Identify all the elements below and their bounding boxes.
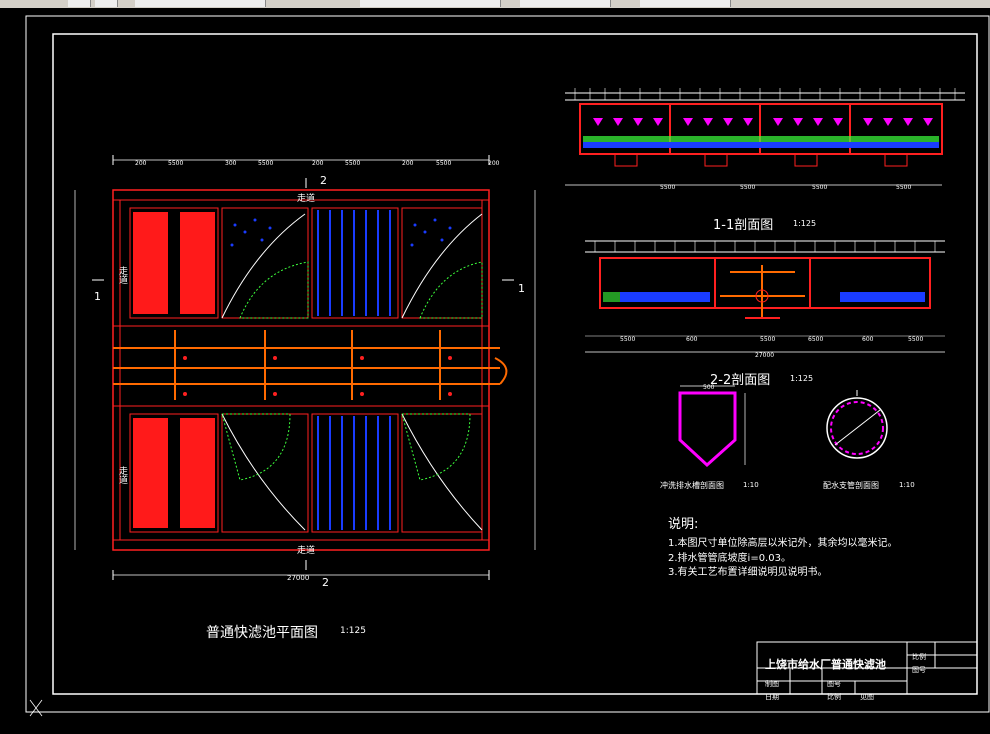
toolbar-dropdown[interactable]	[640, 0, 731, 7]
section22-dim-5: 600	[862, 336, 874, 343]
plan-dim-7: 200	[402, 160, 414, 167]
section-1-1	[565, 88, 965, 186]
plan-dim-5: 200	[312, 160, 324, 167]
section22-total: 27000	[755, 352, 775, 359]
trough-detail-dim: 500	[703, 384, 715, 391]
title-block-r3c1: 日期	[765, 693, 779, 701]
walkway-left-top-label: 走道	[117, 266, 127, 284]
section22-dim-3: 5500	[760, 336, 776, 343]
detail-pipe	[826, 390, 888, 459]
section11-dim-1: 5500	[660, 184, 676, 191]
toolbar-dropdown[interactable]	[360, 0, 501, 7]
plan-outer-wall	[112, 189, 490, 551]
plan-scale: 1:125	[340, 626, 366, 636]
plan-dim-9: 200	[488, 160, 500, 167]
outer-frame	[25, 15, 990, 713]
section-mark-2-top: 2	[320, 174, 327, 187]
title-block-project: 上饶市给水厂普通快滤池	[765, 658, 886, 671]
drawing-canvas[interactable]: 普通快滤池平面图 1:125 走道 走道 走道 走道 2 2 1 1 27000…	[0, 8, 990, 730]
pipe-detail-title: 配水支管剖面图	[823, 481, 879, 490]
title-block-r3c3: 见图	[860, 693, 874, 701]
section-mark-2-bottom: 2	[322, 576, 329, 589]
title-block-r3c2: 比例	[827, 693, 841, 701]
section11-dim-4: 5500	[896, 184, 912, 191]
section11-dim-3: 5500	[812, 184, 828, 191]
note-3: 3.有关工艺布置详细说明见说明书。	[668, 567, 828, 578]
toolbar-dropdown[interactable]	[135, 0, 266, 7]
section22-title: 2-2剖面图	[710, 373, 771, 388]
walkway-left-bottom-label: 走道	[117, 466, 127, 484]
walkway-bottom-label: 走道	[297, 546, 316, 556]
plan-dim-3: 300	[225, 160, 237, 167]
plan-dim-8: 5500	[436, 160, 452, 167]
section22-dim-1: 5500	[620, 336, 636, 343]
plan-dim-1: 200	[135, 160, 147, 167]
trough-detail-scale: 1:10	[743, 481, 759, 489]
ucs-icon	[29, 699, 43, 717]
section11-scale: 1:125	[793, 219, 817, 228]
toolbar-button[interactable]	[95, 0, 118, 7]
walkway-top-label: 走道	[297, 194, 316, 204]
section22-scale: 1:125	[790, 374, 814, 383]
trough-detail-title: 冲洗排水槽剖面图	[660, 481, 724, 490]
plan-dim-2: 5500	[168, 160, 184, 167]
plan-dim-6: 5500	[345, 160, 361, 167]
section-mark-1-right: 1	[518, 282, 525, 295]
inner-frame	[52, 33, 978, 695]
section22-dim-4: 6500	[808, 336, 824, 343]
pipe-detail-scale: 1:10	[899, 481, 915, 489]
plan-total-width: 27000	[287, 574, 310, 582]
filter-cells-top	[129, 207, 483, 319]
title-block-r1c1: 比例	[912, 653, 926, 661]
plan-dim-4: 5500	[258, 160, 274, 167]
cad-drawing	[25, 15, 990, 717]
plan-title: 普通快滤池平面图	[206, 625, 318, 641]
plan-view	[74, 155, 536, 580]
title-block-r1c2: 图号	[912, 666, 926, 674]
title-block-r2c2: 图号	[827, 680, 841, 688]
note-1: 1.本图尺寸单位除高层以米记外，其余均以毫米记。	[668, 538, 898, 549]
detail-trough	[678, 385, 746, 468]
pipe-gallery	[113, 330, 508, 400]
notes-heading: 说明:	[668, 517, 699, 532]
section-mark-1-left: 1	[94, 290, 101, 303]
section22-dim-6: 5500	[908, 336, 924, 343]
section11-title: 1-1剖面图	[713, 218, 774, 233]
title-block-r2c1: 制图	[765, 680, 779, 688]
section11-dim-2: 5500	[740, 184, 756, 191]
note-2: 2.排水管管底坡度i=0.03。	[668, 553, 791, 564]
toolbar-dropdown[interactable]	[520, 0, 611, 7]
toolbar-button[interactable]	[68, 0, 91, 7]
section22-dim-2: 600	[686, 336, 698, 343]
filter-cells-bottom	[129, 413, 483, 533]
